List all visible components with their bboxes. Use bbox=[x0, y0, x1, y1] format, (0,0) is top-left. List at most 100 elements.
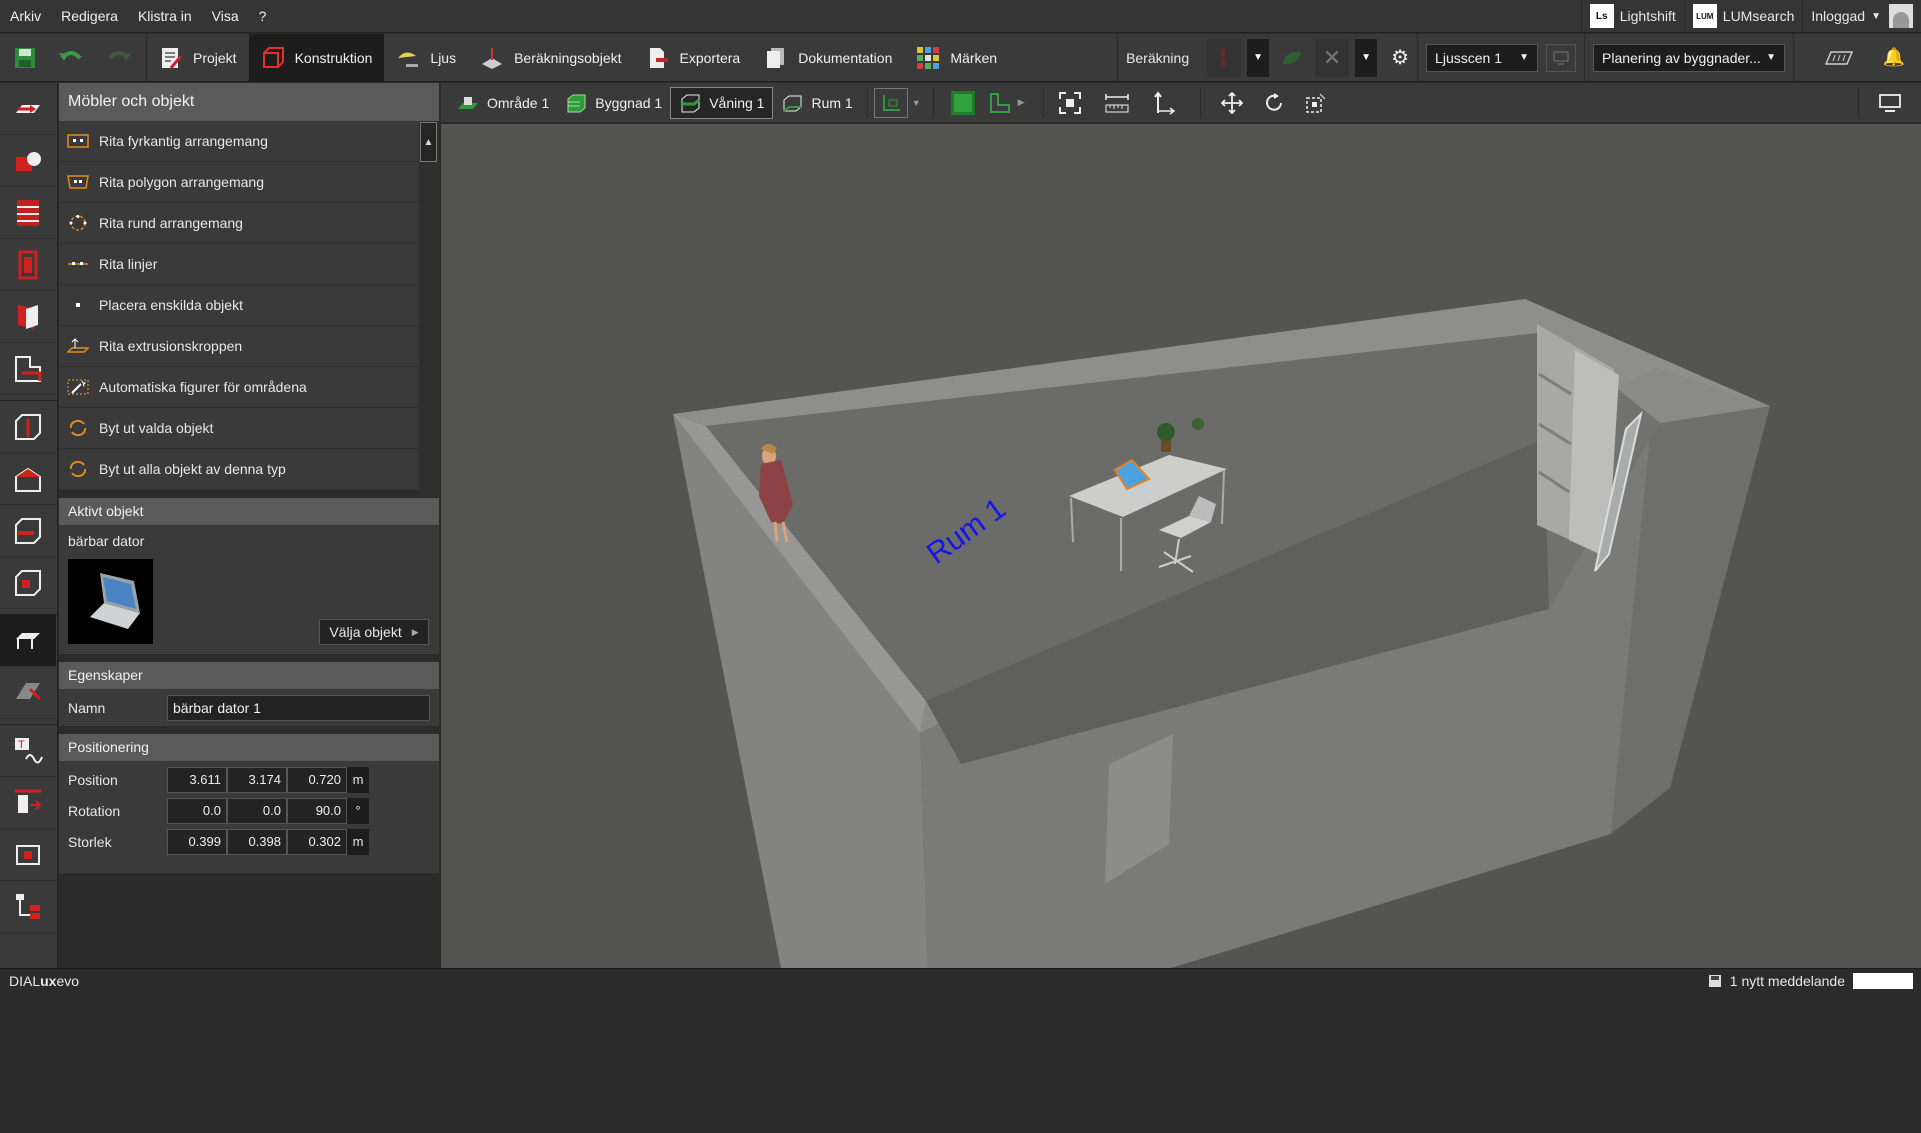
list-item[interactable]: Placera enskilda objekt bbox=[59, 285, 419, 326]
surface-arrow-icon bbox=[16, 104, 40, 113]
save-icon[interactable] bbox=[14, 47, 36, 69]
zoom-extents-button[interactable] bbox=[1044, 87, 1096, 119]
rotation-x-field[interactable]: 0.0 bbox=[167, 797, 227, 824]
gear-icon[interactable]: ⚙ bbox=[1391, 45, 1409, 70]
lightshift-logo: Ls bbox=[1589, 4, 1614, 28]
rotate-button[interactable] bbox=[1253, 87, 1295, 119]
table-icon bbox=[16, 632, 40, 649]
toolbar-cube-roof-button[interactable] bbox=[0, 453, 56, 505]
list-item[interactable]: Rita polygon arrangemang bbox=[59, 162, 419, 203]
panel-scrollbar[interactable]: ▲ bbox=[419, 121, 439, 497]
size-y-field[interactable]: 0.398 bbox=[227, 828, 287, 855]
tab-marken[interactable]: Märken bbox=[904, 33, 1119, 82]
list-item[interactable]: Rita extrusionskroppen bbox=[59, 326, 419, 367]
login-label: Inloggad bbox=[1811, 8, 1866, 24]
tab-label: Dokumentation bbox=[798, 49, 893, 66]
crumb-rum[interactable]: Rum 1 bbox=[773, 87, 860, 119]
view-l-shape-button[interactable] bbox=[982, 87, 1018, 119]
plan-view-button[interactable] bbox=[873, 87, 908, 118]
toolbar-cube-slab-button[interactable] bbox=[0, 505, 56, 557]
crumb-omrade[interactable]: Område 1 bbox=[449, 87, 557, 119]
active-object-header: Aktivt objekt bbox=[59, 498, 439, 525]
choose-object-button[interactable]: Välja objekt ▶ bbox=[319, 619, 429, 645]
app-name-suffix: evo bbox=[56, 973, 80, 989]
size-z-field[interactable]: 0.302 bbox=[287, 828, 347, 855]
rotation-y-field[interactable]: 0.0 bbox=[227, 797, 287, 824]
scroll-up-icon[interactable]: ▲ bbox=[420, 122, 437, 162]
menu-help[interactable]: ? bbox=[249, 0, 277, 33]
undo-icon[interactable] bbox=[58, 48, 84, 68]
lumsearch-button[interactable]: LUM LUMsearch bbox=[1683, 0, 1803, 33]
toolbar-furniture-button[interactable] bbox=[0, 615, 56, 667]
light-scene-select[interactable]: Ljusscen 1 ▼ bbox=[1426, 43, 1539, 72]
crumb-byggnad[interactable]: Byggnad 1 bbox=[557, 87, 670, 119]
toolbar-cube-inner-button[interactable] bbox=[0, 557, 56, 609]
chevron-down-icon: ▼ bbox=[1361, 52, 1372, 63]
list-item[interactable]: Rita linjer bbox=[59, 244, 419, 285]
plant-leaves-small bbox=[1192, 418, 1204, 430]
toolbar-object-button[interactable] bbox=[0, 135, 56, 187]
position-y-field[interactable]: 3.174 bbox=[227, 766, 287, 793]
list-item[interactable]: Rita fyrkantig arrangemang bbox=[59, 121, 419, 162]
tab-berakningsobjekt[interactable]: Beräkningsobjekt bbox=[468, 34, 633, 82]
toolbar-frame-button[interactable] bbox=[0, 829, 56, 881]
name-field[interactable]: bärbar dator 1 bbox=[167, 694, 430, 721]
calc-start-button[interactable] bbox=[1207, 38, 1242, 77]
toolbar-room-button[interactable] bbox=[0, 343, 56, 395]
list-item[interactable]: Rita rund arrangemang bbox=[59, 203, 419, 244]
message-count[interactable]: 1 nytt meddelande bbox=[1730, 973, 1845, 989]
rotation-z-field[interactable]: 90.0 bbox=[287, 797, 347, 824]
redo-icon[interactable] bbox=[106, 48, 132, 68]
calc-dropdown[interactable]: ▼ bbox=[1247, 38, 1270, 77]
list-item[interactable]: Byt ut alla objekt av denna typ bbox=[59, 449, 419, 490]
tab-dokumentation[interactable]: Dokumentation bbox=[752, 34, 904, 82]
light-scene-value: Ljusscen 1 bbox=[1435, 49, 1502, 66]
scene-monitor-button[interactable] bbox=[1546, 43, 1577, 72]
toolbar-cube-height-button[interactable] bbox=[0, 401, 56, 453]
menu-klistra-in[interactable]: Klistra in bbox=[128, 0, 202, 33]
toolbar-surface-button[interactable] bbox=[0, 83, 56, 135]
leaf-icon[interactable] bbox=[1275, 46, 1309, 70]
toolbar-hatch-button[interactable] bbox=[0, 667, 56, 719]
chevron-down-icon[interactable]: ▼ bbox=[912, 98, 921, 108]
toolbar-hierarchy-button[interactable] bbox=[0, 881, 56, 933]
size-x-field[interactable]: 0.399 bbox=[167, 828, 227, 855]
toolbar-align-button[interactable] bbox=[0, 777, 56, 829]
login-button[interactable]: Inloggad ▼ bbox=[1802, 0, 1921, 33]
tab-exportera[interactable]: Exportera bbox=[634, 34, 753, 82]
bell-icon[interactable]: 🔔 bbox=[1883, 47, 1905, 68]
display-mode-button[interactable] bbox=[1859, 87, 1921, 119]
crumb-vaning[interactable]: Våning 1 bbox=[670, 86, 774, 119]
monitor-icon bbox=[1879, 93, 1901, 112]
measure-button[interactable] bbox=[1096, 87, 1138, 119]
export-icon bbox=[649, 47, 668, 68]
toolbar-text-button[interactable]: T bbox=[0, 725, 56, 777]
move-button[interactable] bbox=[1211, 87, 1253, 119]
menu-redigera[interactable]: Redigera bbox=[51, 0, 128, 33]
tab-label: Beräkningsobjekt bbox=[514, 49, 622, 66]
cancel-dropdown[interactable]: ▼ bbox=[1355, 38, 1378, 77]
tab-ljus[interactable]: Ljus bbox=[384, 34, 468, 82]
height-measure-button[interactable] bbox=[1138, 87, 1190, 119]
position-z-field[interactable]: 0.720 bbox=[287, 766, 347, 793]
menu-visa[interactable]: Visa bbox=[202, 0, 249, 33]
cancel-calc-icon[interactable]: ✕ bbox=[1315, 38, 1350, 77]
lightshift-button[interactable]: Ls Lightshift bbox=[1580, 0, 1684, 33]
toolbar-shelf-button[interactable] bbox=[0, 187, 56, 239]
markers-grid-icon bbox=[917, 46, 940, 69]
menu-arkiv[interactable]: Arkiv bbox=[0, 0, 51, 33]
planning-select[interactable]: Planering av byggnader... ▼ bbox=[1593, 43, 1786, 72]
list-item[interactable]: Byt ut valda objekt bbox=[59, 408, 419, 449]
select-area-button[interactable] bbox=[1295, 87, 1337, 119]
toolbar-window-button[interactable] bbox=[0, 291, 56, 343]
list-item[interactable]: Automatiska figurer för områdena bbox=[59, 367, 419, 408]
3d-viewport[interactable]: Rum 1 bbox=[441, 124, 1921, 968]
chevron-right-icon[interactable]: ▶ bbox=[1018, 97, 1025, 108]
tab-konstruktion[interactable]: Konstruktion bbox=[248, 33, 385, 82]
view-3d-solid-button[interactable] bbox=[944, 87, 982, 119]
message-indicator[interactable] bbox=[1853, 973, 1913, 989]
toolbar-door-button[interactable] bbox=[0, 239, 56, 291]
floor-plan-icon[interactable] bbox=[1824, 50, 1853, 66]
position-x-field[interactable]: 3.611 bbox=[167, 766, 227, 793]
tab-projekt[interactable]: Projekt bbox=[147, 34, 249, 82]
